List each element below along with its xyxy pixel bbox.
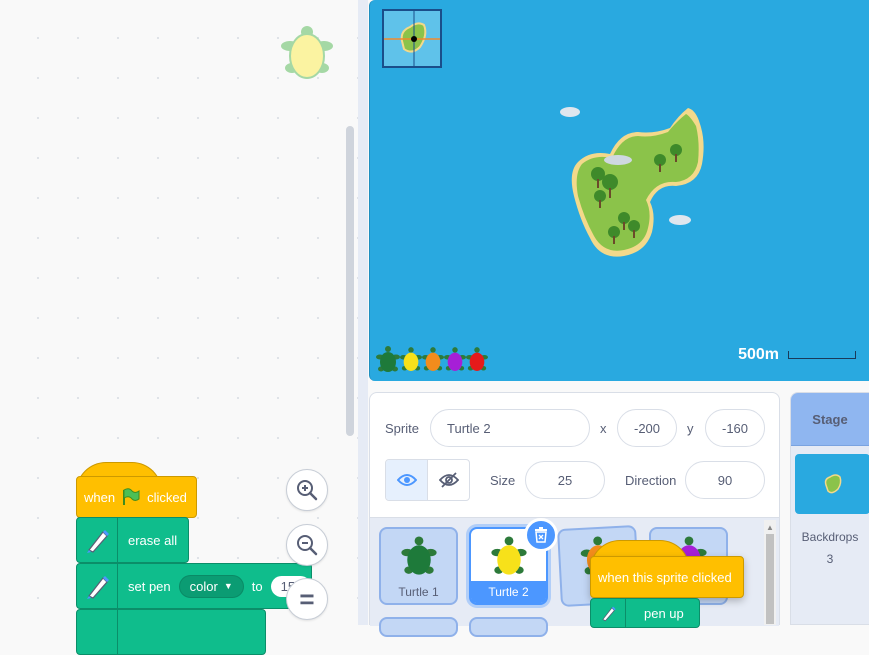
backdrops-count: 3 xyxy=(826,552,834,566)
pen-extension-icon xyxy=(591,599,626,627)
turtle-sprites-row xyxy=(376,345,488,375)
sprite-name-input[interactable]: Turtle 2 xyxy=(430,409,590,447)
dragged-when-sprite-clicked-block[interactable]: when this sprite clicked xyxy=(590,556,744,598)
yellow-turtle-icon xyxy=(490,536,527,575)
scroll-up-icon: ▲ xyxy=(766,523,774,532)
show-sprite-button[interactable] xyxy=(386,460,427,500)
y-label: y xyxy=(687,421,694,436)
dragged-cmd-label: pen up xyxy=(644,605,684,621)
hide-sprite-button[interactable] xyxy=(427,460,469,500)
erase-all-block[interactable]: erase all xyxy=(76,517,189,563)
sprite-list-scrollbar[interactable]: ▲ xyxy=(764,520,776,625)
green-turtle-icon xyxy=(400,536,437,575)
scrollbar-thumb[interactable] xyxy=(766,534,774,624)
red-turtle-icon xyxy=(466,347,488,371)
set-pen-label: set pen xyxy=(128,578,171,594)
sprite-tile[interactable] xyxy=(469,617,548,637)
delete-sprite-button[interactable] xyxy=(524,518,558,552)
sprite-label: Sprite xyxy=(385,421,419,436)
hat-when-label: when xyxy=(84,489,116,505)
dragged-pen-up-block[interactable]: pen up xyxy=(590,598,700,628)
sprite-tile[interactable] xyxy=(379,617,458,637)
set-pen-to-label: to xyxy=(251,578,263,594)
erase-all-label: erase all xyxy=(128,532,178,548)
size-label: Size xyxy=(490,473,516,488)
panel-divider xyxy=(358,0,368,625)
visibility-toggle xyxy=(385,459,470,501)
map-scale-bar xyxy=(788,351,856,359)
direction-input[interactable]: 90 xyxy=(685,461,765,499)
size-input[interactable]: 25 xyxy=(525,461,605,499)
pen-extension-icon xyxy=(77,610,118,654)
zoom-out-button[interactable] xyxy=(286,524,328,566)
turtle-sprite-icon xyxy=(281,26,333,79)
zoom-in-button[interactable] xyxy=(286,469,328,511)
trash-icon xyxy=(535,527,547,543)
chevron-down-icon: ▼ xyxy=(223,581,233,591)
yellow-turtle-icon xyxy=(400,347,422,371)
y-position-input[interactable]: -160 xyxy=(705,409,765,447)
map-scale-label: 500m xyxy=(738,346,779,363)
eye-icon xyxy=(396,474,417,486)
zoom-reset-button[interactable]: = xyxy=(286,578,328,620)
zoom-out-icon xyxy=(297,535,318,556)
x-label: x xyxy=(600,421,607,436)
purple-turtle-icon xyxy=(444,347,466,371)
dragged-hat-label: when this sprite clicked xyxy=(598,569,732,585)
pen-param-dropdown[interactable]: color ▼ xyxy=(178,574,244,598)
stage-title: Stage xyxy=(791,393,869,446)
stage-thumbnail[interactable] xyxy=(795,454,869,514)
stage-canvas[interactable]: 500m xyxy=(369,0,869,381)
eye-slash-icon xyxy=(438,472,459,488)
sprite-tile-name: Turtle 1 xyxy=(398,585,439,599)
pen-extension-icon xyxy=(77,518,118,562)
minimap[interactable] xyxy=(382,9,442,68)
code-area[interactable]: when clicked erase all set pen color ▼ t… xyxy=(0,0,358,655)
sprite-tile-name: Turtle 2 xyxy=(471,581,546,603)
backdrops-label: Backdrops xyxy=(801,530,859,544)
island-thumbnail-icon xyxy=(824,474,841,494)
green-turtle-icon xyxy=(376,346,400,372)
direction-label: Direction xyxy=(625,473,677,488)
pen-extension-icon xyxy=(77,564,118,608)
zoom-in-icon xyxy=(297,480,318,501)
when-flag-clicked-block[interactable]: when clicked xyxy=(76,476,197,518)
equals-icon: = xyxy=(299,584,315,614)
green-flag-icon xyxy=(123,488,140,505)
x-position-input[interactable]: -200 xyxy=(617,409,677,447)
code-scrollbar[interactable] xyxy=(346,126,354,436)
set-pen-color-block[interactable]: set pen color ▼ to 15 xyxy=(76,563,312,609)
island-map-icon xyxy=(560,107,704,257)
orange-turtle-icon xyxy=(422,347,444,371)
minimap-island-icon xyxy=(384,11,440,66)
pen-block-partial[interactable] xyxy=(76,609,266,655)
stage-target-panel[interactable]: Stage Backdrops 3 xyxy=(790,392,869,625)
hat-clicked-label: clicked xyxy=(147,489,187,505)
pen-param-value: color xyxy=(189,578,218,594)
sprite-tile[interactable]: Turtle 1 xyxy=(379,527,458,605)
